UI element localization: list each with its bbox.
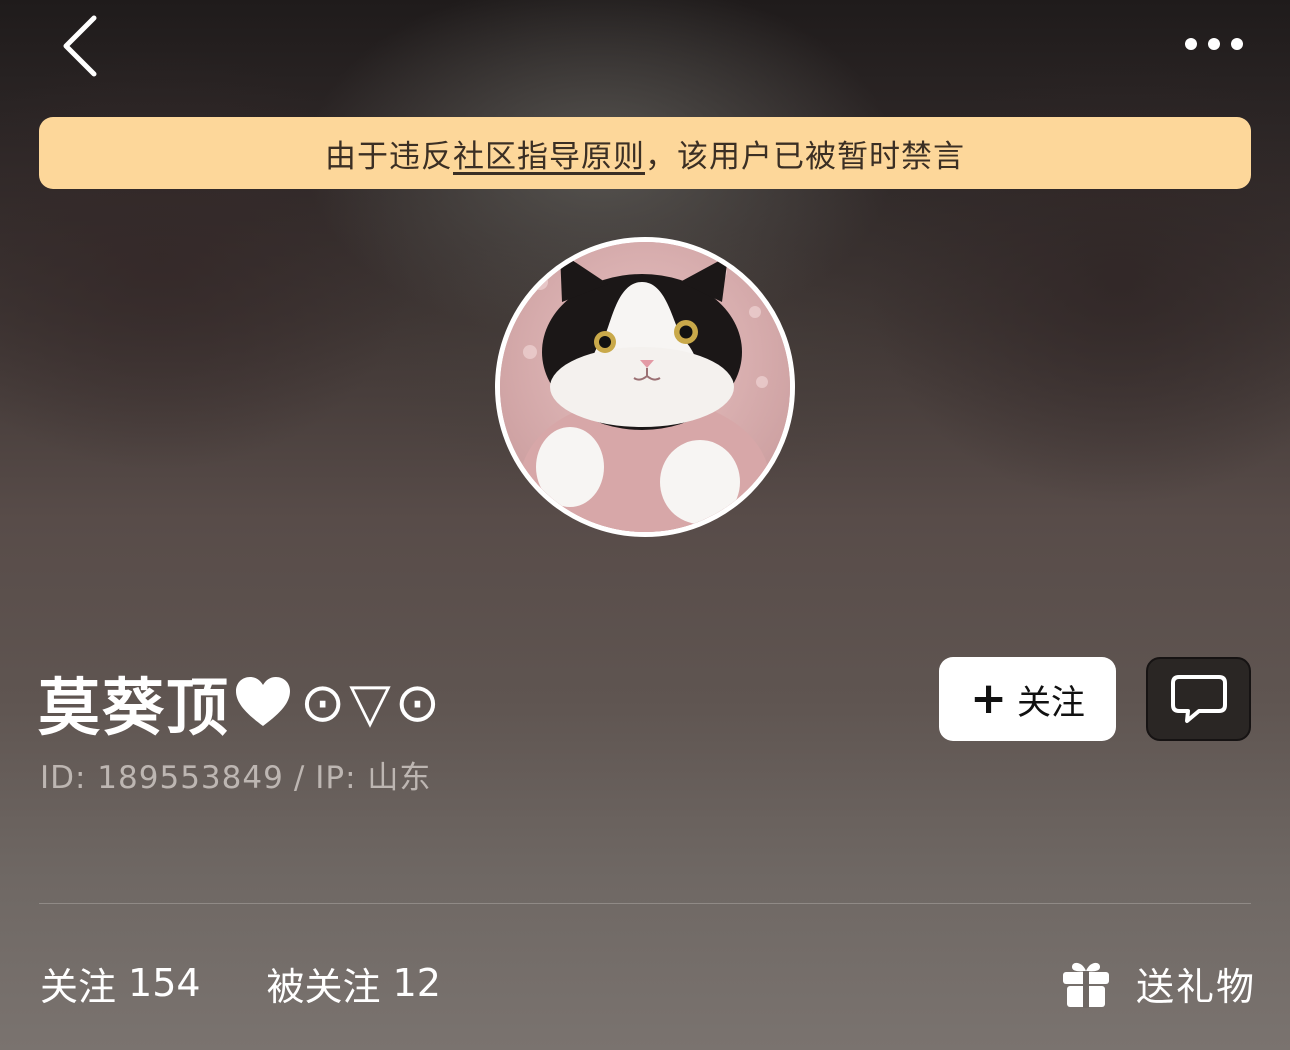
gift-label: 送礼物 bbox=[1136, 964, 1257, 1009]
followers-count: 12 bbox=[392, 961, 441, 1005]
chat-bubble-icon bbox=[1170, 675, 1227, 723]
id-ip-line: ID: 189553849/IP: 山东 bbox=[40, 752, 431, 797]
ip-location: IP: 山东 bbox=[315, 760, 432, 796]
message-button[interactable] bbox=[1146, 657, 1251, 741]
avatar[interactable] bbox=[495, 237, 795, 537]
gift-icon bbox=[1063, 962, 1109, 1008]
send-gift-button[interactable]: 送礼物 bbox=[1060, 955, 1256, 1011]
follow-button[interactable]: + 关注 bbox=[939, 657, 1116, 741]
following-stat[interactable]: 关注 154 bbox=[40, 956, 201, 1011]
more-horizontal-icon bbox=[1185, 38, 1243, 50]
cat-avatar-image bbox=[500, 242, 790, 532]
follow-label: 关注 bbox=[1016, 682, 1085, 723]
followers-label: 被关注 bbox=[266, 964, 381, 1009]
stats-row: 关注 154 被关注 12 bbox=[40, 955, 441, 1011]
heart-icon bbox=[236, 677, 291, 726]
more-button[interactable] bbox=[1176, 24, 1256, 64]
following-count: 154 bbox=[128, 961, 201, 1005]
mute-notice-banner: 由于违反 社区指导原则 ，该用户已被暂时禁言 bbox=[39, 117, 1251, 189]
following-label: 关注 bbox=[40, 964, 117, 1009]
user-id: ID: 189553849 bbox=[40, 760, 284, 796]
plus-icon: + bbox=[970, 673, 1007, 724]
username-text: 莫葵顶 bbox=[38, 671, 231, 744]
top-bar bbox=[0, 0, 1290, 100]
username: 莫葵顶 ⊙▽⊙ bbox=[38, 662, 445, 745]
chevron-left-icon bbox=[63, 15, 97, 77]
back-button[interactable] bbox=[50, 8, 120, 84]
notice-prefix: 由于违反 bbox=[325, 138, 453, 175]
divider bbox=[39, 903, 1251, 904]
followers-stat[interactable]: 被关注 12 bbox=[267, 956, 441, 1011]
id-separator: / bbox=[293, 760, 306, 796]
username-emoticon: ⊙▽⊙ bbox=[300, 670, 445, 734]
notice-suffix: ，该用户已被暂时禁言 bbox=[645, 138, 965, 175]
community-guidelines-link[interactable]: 社区指导原则 bbox=[453, 131, 645, 176]
